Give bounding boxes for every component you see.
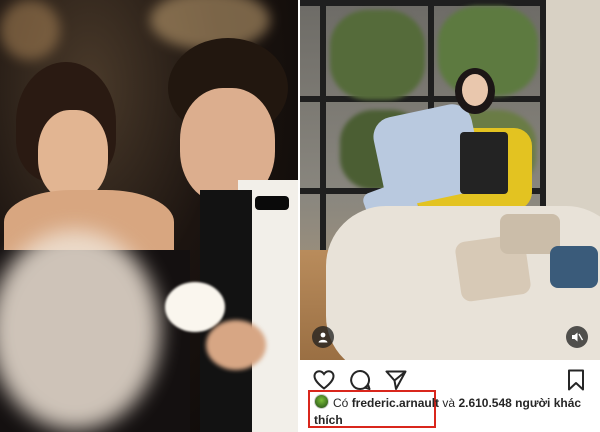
garden-trees [330, 10, 425, 100]
person-face [462, 74, 488, 106]
likes-and: và [442, 396, 456, 410]
window-frame [320, 0, 326, 250]
mute-button[interactable] [566, 326, 588, 348]
user-tag-button[interactable] [312, 326, 334, 348]
liker-username[interactable]: frederic.arnault [352, 396, 439, 410]
background-light [0, 0, 60, 60]
likes-suffix-line2[interactable]: thích [314, 413, 343, 427]
instagram-post: Có frederic.arnault và 2.610.548 người k… [300, 0, 600, 432]
likes-count[interactable]: 2.610.548 [458, 396, 511, 410]
woman-face [38, 110, 108, 200]
comment-icon[interactable] [348, 368, 372, 392]
heart-icon[interactable] [312, 368, 336, 392]
black-bag [460, 132, 508, 194]
mute-icon [572, 332, 583, 342]
blue-handbag [550, 246, 598, 288]
daisy-flower [165, 282, 225, 332]
left-photo [0, 0, 298, 432]
avatar[interactable] [314, 394, 329, 409]
bookmark-icon[interactable] [564, 368, 588, 392]
user-tag-icon [318, 332, 328, 343]
hand [206, 320, 266, 370]
likes-suffix[interactable]: người khác [515, 396, 581, 410]
post-photo[interactable] [300, 0, 600, 360]
likes-prefix: Có [333, 396, 349, 410]
send-icon[interactable] [384, 368, 408, 392]
man-bowtie [255, 196, 289, 210]
likes-text[interactable]: Có frederic.arnault và 2.610.548 người k… [314, 394, 594, 429]
